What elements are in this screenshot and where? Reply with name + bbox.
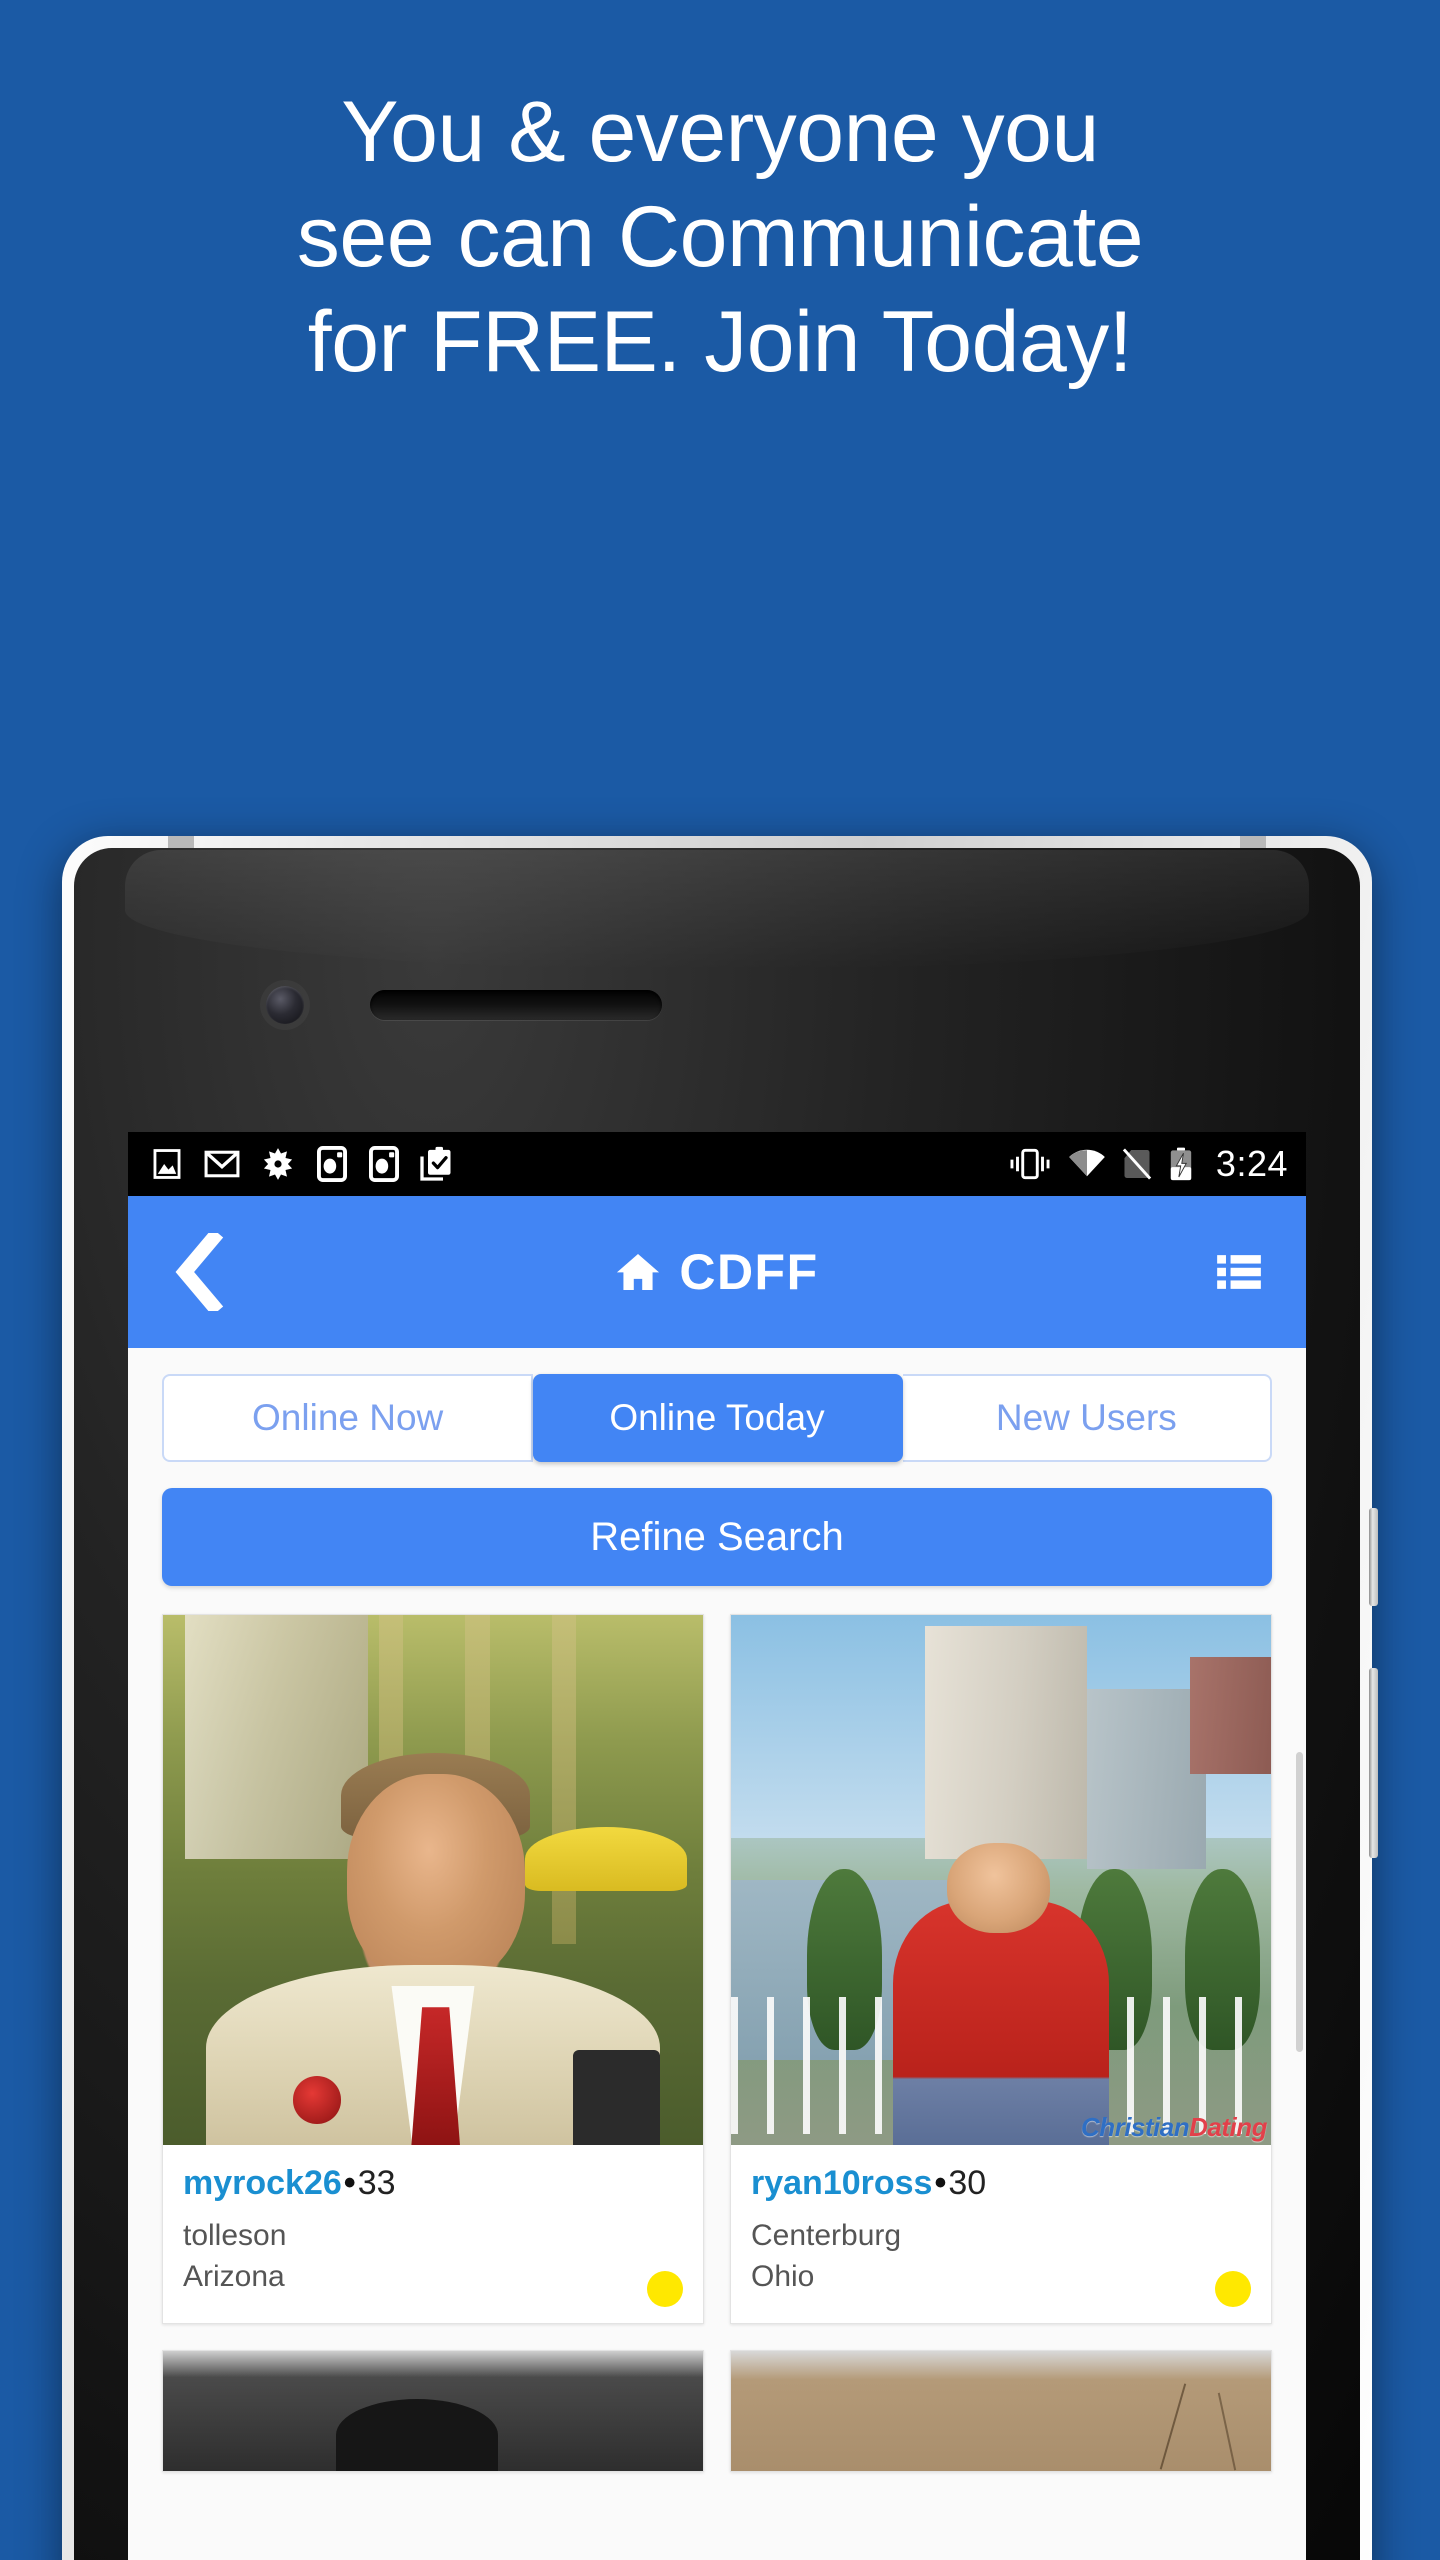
wifi-icon <box>1069 1149 1105 1177</box>
filter-tabs: Online Now Online Today New Users <box>162 1374 1272 1462</box>
front-camera-icon <box>266 986 304 1024</box>
profile-card[interactable]: ChristianDating ryan10ross•30 Centerburg… <box>730 1614 1272 2324</box>
power-button[interactable] <box>1369 1668 1378 1858</box>
vertical-scrollbar[interactable] <box>1296 1752 1303 2052</box>
photo-decor <box>1217 2392 1237 2471</box>
phone-antenna-tab-left <box>168 836 194 848</box>
bezel-gloss <box>125 850 1309 970</box>
app-bar: CDFF <box>128 1196 1306 1348</box>
photo-decor <box>925 1625 1088 1859</box>
gmail-icon <box>204 1150 240 1178</box>
refine-search-button[interactable]: Refine Search <box>162 1488 1272 1586</box>
profile-state: Ohio <box>751 2259 815 2293</box>
status-badge <box>1215 2271 1251 2307</box>
photo-decor <box>1159 2383 1187 2470</box>
profile-state: Arizona <box>183 2259 285 2293</box>
volume-button[interactable] <box>1369 1508 1378 1606</box>
earpiece-speaker-icon <box>370 990 662 1020</box>
vibrate-icon <box>1010 1148 1050 1180</box>
clipboard-check-icon <box>420 1146 451 1181</box>
battery-charging-icon <box>1170 1147 1192 1181</box>
profile-card[interactable] <box>730 2350 1272 2472</box>
back-button[interactable] <box>172 1233 226 1311</box>
image-icon <box>153 1149 181 1179</box>
name-age-separator: • <box>934 2164 947 2202</box>
tab-new-users[interactable]: New Users <box>902 1374 1272 1462</box>
tab-online-today[interactable]: Online Today <box>533 1374 903 1462</box>
headline-line-3: for FREE. Join Today! <box>307 293 1133 390</box>
profile-username[interactable]: ryan10ross <box>751 2164 932 2202</box>
profile-photo[interactable] <box>731 2351 1271 2471</box>
phone-antenna-tab-right <box>1240 836 1266 848</box>
profile-photo[interactable] <box>163 1615 703 2145</box>
photo-decor <box>524 1827 687 1891</box>
profile-card[interactable] <box>162 2350 704 2472</box>
camera-icon <box>369 1146 399 1182</box>
puzzle-icon <box>263 1148 293 1180</box>
headline-line-1: You & everyone you <box>341 84 1099 180</box>
profile-name-row: ryan10ross•30 <box>751 2164 1251 2202</box>
photo-decor <box>893 1901 1109 2145</box>
phone-mockup: 3:24 CDFF Online Now Online Today New Us… <box>62 836 1378 2560</box>
page-title: CDFF <box>679 1244 819 1300</box>
photo-decor <box>551 1615 577 1944</box>
profile-username[interactable]: myrock26 <box>183 2164 342 2202</box>
photo-watermark: ChristianDating <box>1080 2112 1268 2143</box>
watermark-part-1: Christian <box>1080 2112 1190 2142</box>
search-results-content: Online Now Online Today New Users Refine… <box>128 1348 1306 2560</box>
photo-decor <box>335 2399 498 2471</box>
name-age-separator: • <box>343 2164 356 2202</box>
profile-grid-next-row <box>162 2350 1272 2472</box>
profile-city: Centerburg <box>751 2219 902 2253</box>
status-bar-clock: 3:24 <box>1215 1143 1288 1184</box>
profile-age: 33 <box>357 2164 396 2202</box>
photo-decor <box>292 2076 342 2124</box>
profile-card[interactable]: myrock26•33 tolleson Arizona <box>162 1614 704 2324</box>
photo-decor <box>1087 1689 1207 1870</box>
app-bar-title-group: CDFF <box>128 1243 1306 1301</box>
profile-grid: myrock26•33 tolleson Arizona ChristianDa… <box>162 1614 1272 2324</box>
photo-decor <box>1190 1657 1271 1774</box>
photo-decor <box>573 2049 660 2145</box>
promo-headline: You & everyone you see can Communicate f… <box>0 80 1440 395</box>
watermark-part-2: Dating <box>1189 2112 1267 2142</box>
photo-decor <box>947 1842 1050 1933</box>
list-menu-icon[interactable] <box>1216 1252 1262 1292</box>
no-sim-icon <box>1122 1148 1152 1180</box>
profile-info: myrock26•33 tolleson Arizona <box>163 2145 703 2323</box>
profile-info: ryan10ross•30 Centerburg Ohio <box>731 2145 1271 2323</box>
phone-screen: 3:24 CDFF Online Now Online Today New Us… <box>128 1132 1306 2560</box>
profile-city: tolleson <box>183 2219 287 2253</box>
camera-icon <box>317 1146 347 1182</box>
headline-line-2: see can Communicate <box>296 188 1144 285</box>
status-bar-notification-icons <box>150 1146 454 1182</box>
profile-name-row: myrock26•33 <box>183 2164 683 2202</box>
profile-photo[interactable] <box>163 2351 703 2471</box>
status-badge <box>647 2271 683 2307</box>
status-bar-system-icons: 3:24 <box>1008 1143 1288 1185</box>
profile-age: 30 <box>948 2164 987 2202</box>
android-status-bar: 3:24 <box>128 1132 1306 1196</box>
tab-online-now[interactable]: Online Now <box>162 1374 534 1462</box>
home-icon <box>617 1253 660 1291</box>
profile-photo[interactable]: ChristianDating <box>731 1615 1271 2145</box>
photo-decor <box>346 1774 525 1986</box>
